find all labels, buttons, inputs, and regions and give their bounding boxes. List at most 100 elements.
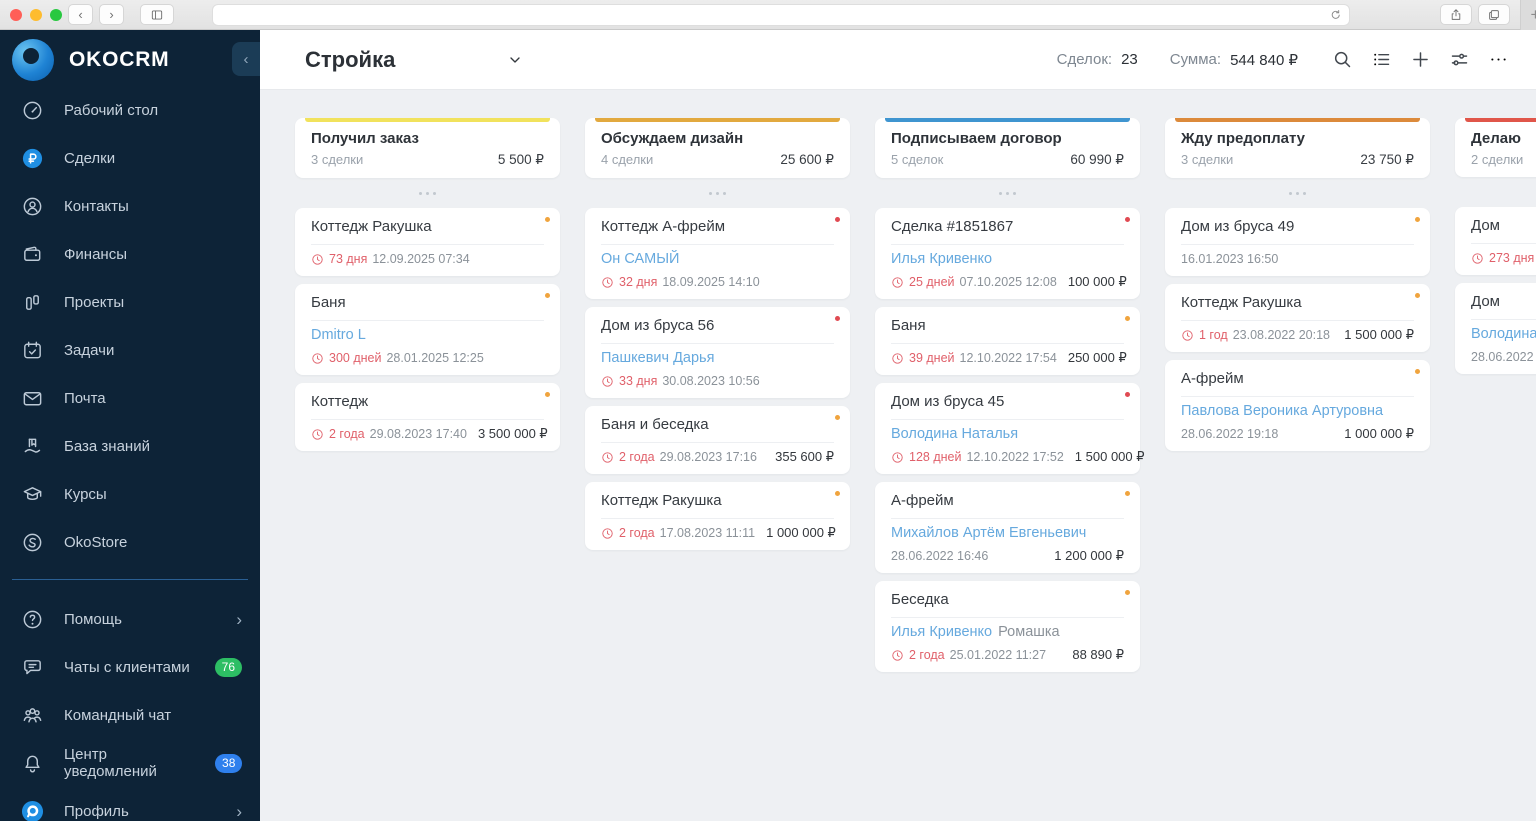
browser-forward-button[interactable]: › (99, 4, 124, 25)
deal-card[interactable]: Коттедж Ракушка 2 года 17.08.2023 11:11 1 0… (585, 482, 850, 550)
card-divider (891, 518, 1124, 519)
reload-icon[interactable] (1329, 8, 1342, 21)
sidebar-item-dashboard[interactable]: Рабочий стол (0, 86, 260, 134)
deal-meta-row: 28.06.2022 19:18 1 000 000 ₽ (1181, 426, 1414, 442)
column-header[interactable]: Получил заказ 3 сделки 5 500 ₽ (295, 118, 560, 178)
deal-amount: 3 500 000 ₽ (477, 426, 548, 441)
column-deal-count: 3 сделки (311, 152, 364, 167)
deal-contact-link[interactable]: Илья Кривенко (891, 624, 992, 640)
avatar-icon (20, 799, 44, 821)
new-tab-button[interactable]: + (1520, 0, 1536, 30)
column-menu-dots[interactable] (295, 178, 560, 208)
deal-card[interactable]: Баня 39 дней 12.10.2022 17:54 250 000 ₽ (875, 307, 1140, 375)
card-divider (1181, 244, 1414, 245)
deal-contact-link[interactable]: Володина Н (1471, 326, 1536, 342)
sidebar-item-label: Задачи (64, 341, 115, 359)
app-window: OKOCRM ‹ Рабочий стол Сделки Контакты Финан… (0, 30, 1536, 821)
more-options-button[interactable] (1486, 48, 1510, 72)
deal-contact-link[interactable]: Dmitro L (311, 327, 366, 343)
sidebar-item-avatar[interactable]: Профиль › (0, 787, 260, 821)
sidebar-item-calendar[interactable]: Задачи (0, 326, 260, 374)
sidebar-collapse-button[interactable]: ‹ (232, 42, 260, 76)
deal-card[interactable]: Дом из бруса 45 Володина Наталья 128 дней 1… (875, 383, 1145, 474)
deal-status-dot-icon (1125, 217, 1130, 222)
column-header[interactable]: Делаю 2 сделки (1455, 118, 1536, 177)
deal-card[interactable]: Коттедж А-фрейм Он САМЫЙ 32 дня 18.09.2025 … (585, 208, 850, 299)
tabs-overview-button[interactable] (1478, 4, 1510, 25)
deal-card[interactable]: Баня и беседка 2 года 29.08.2023 17:16 355 … (585, 406, 850, 474)
sidebar-item-wallet[interactable]: Финансы (0, 230, 260, 278)
sidebar-item-kanban[interactable]: Проекты (0, 278, 260, 326)
deal-contact-row: Илья Кривенко Ромашка (891, 623, 1124, 641)
clock-icon (891, 276, 904, 289)
main-area: Стройка Сделок: 23 Сумма: 544 840 ₽ Полу… (260, 30, 1536, 821)
column-header[interactable]: Подписываем договор 5 сделок 60 990 ₽ (875, 118, 1140, 178)
deal-card[interactable]: А-фрейм Павлова Вероника Артуровна 28.06.2… (1165, 360, 1430, 451)
sidebar-item-chat[interactable]: Чаты с клиентами 76 (0, 643, 260, 691)
wallet-icon (20, 242, 44, 266)
deal-contact-link[interactable]: Павлова Вероника Артуровна (1181, 403, 1383, 419)
column-menu-dots[interactable] (1165, 178, 1430, 208)
list-view-button[interactable] (1369, 48, 1393, 72)
column-menu-dots[interactable] (1455, 177, 1536, 207)
share-button[interactable] (1440, 4, 1472, 25)
ellipsis-icon (1490, 58, 1506, 61)
browser-back-button[interactable]: ‹ (68, 4, 93, 25)
sidebar-item-knowledge[interactable]: База знаний (0, 422, 260, 470)
pipeline-title[interactable]: Стройка (305, 47, 395, 73)
chevron-right-icon: › (236, 609, 242, 629)
deal-date: 28.06.2022 16 (1471, 350, 1536, 364)
deal-contact-link[interactable]: Илья Кривенко (891, 251, 992, 267)
deal-card[interactable]: Коттедж Ракушка 73 дня 12.09.2025 07:34 (295, 208, 560, 276)
deal-status-dot-icon (545, 293, 550, 298)
pipeline-selector[interactable] (507, 52, 523, 68)
deal-contact-link[interactable]: Михайлов Артём Евгеньевич (891, 525, 1086, 541)
browser-sidebar-toggle-button[interactable] (140, 4, 174, 25)
clock-icon (1181, 329, 1194, 342)
filter-button[interactable] (1447, 48, 1471, 72)
column-menu-dots[interactable] (585, 178, 850, 208)
deal-card[interactable]: Сделка #1851867 Илья Кривенко 25 дней 07.10… (875, 208, 1140, 299)
sidebar-item-team[interactable]: Командный чат (0, 691, 260, 739)
sidebar-item-graduation[interactable]: Курсы (0, 470, 260, 518)
sidebar-item-mail[interactable]: Почта (0, 374, 260, 422)
deal-contact-link[interactable]: Пашкевич Дарья (601, 350, 714, 366)
window-minimize-button[interactable] (30, 8, 42, 21)
clock-icon (891, 451, 904, 464)
deal-card[interactable]: Баня Dmitro L 300 дней 28.01.2025 12:25 (295, 284, 560, 375)
deal-card[interactable]: Дом 273 дня06 (1455, 207, 1536, 275)
column-title: Обсуждаем дизайн (601, 130, 744, 147)
deal-card[interactable]: А-фрейм Михайлов Артём Евгеньевич 28.06.20… (875, 482, 1140, 573)
deal-card[interactable]: Коттедж Ракушка 1 год 23.08.2022 20:18 1 50… (1165, 284, 1430, 352)
deal-card[interactable]: Дом из бруса 49 16.01.2023 16:50 (1165, 208, 1430, 276)
column-cards: Коттедж Ракушка 73 дня 12.09.2025 07:34 Бан… (295, 208, 560, 451)
deal-date: 23.08.2022 20:18 (1232, 328, 1331, 342)
window-zoom-button[interactable] (50, 8, 62, 21)
column-cards: Дом 273 дня06 Дом Володина Н 28.06.2022 16 (1455, 207, 1536, 374)
window-close-button[interactable] (10, 8, 22, 21)
sidebar-item-label: OkoStore (64, 533, 128, 551)
column-header[interactable]: Жду предоплату 3 сделки 23 750 ₽ (1165, 118, 1430, 178)
sidebar-toggle-icon (151, 9, 163, 20)
sidebar-item-contact[interactable]: Контакты (0, 182, 260, 230)
deal-amount: 1 500 000 ₽ (1074, 449, 1145, 464)
deal-card[interactable]: Коттедж 2 года 29.08.2023 17:40 3 500 000 ₽ (295, 383, 560, 451)
sidebar-item-store[interactable]: OkoStore (0, 518, 260, 566)
unread-badge: 76 (214, 657, 242, 677)
deal-card[interactable]: Беседка Илья Кривенко Ромашка 2 года 25.01.2… (875, 581, 1140, 672)
deal-card[interactable]: Дом Володина Н 28.06.2022 16 (1455, 283, 1536, 374)
search-button[interactable] (1330, 48, 1354, 72)
sidebar-item-help[interactable]: Помощь › (0, 595, 260, 643)
bell-icon (20, 751, 44, 775)
deal-contact-link[interactable]: Володина Наталья (891, 426, 1018, 442)
column-header[interactable]: Обсуждаем дизайн 4 сделки 25 600 ₽ (585, 118, 850, 178)
deal-contact-link[interactable]: Он САМЫЙ (601, 251, 679, 267)
sidebar-item-ruble[interactable]: Сделки (0, 134, 260, 182)
sidebar: OKOCRM ‹ Рабочий стол Сделки Контакты Финан… (0, 30, 260, 821)
sidebar-item-bell[interactable]: Центр уведомлений 38 (0, 739, 260, 787)
deal-card[interactable]: Дом из бруса 56 Пашкевич Дарья 33 дня 30.08… (585, 307, 850, 398)
url-bar[interactable] (212, 3, 1350, 26)
column-menu-dots[interactable] (875, 178, 1140, 208)
add-deal-button[interactable] (1408, 48, 1432, 72)
clock-icon (601, 527, 614, 540)
